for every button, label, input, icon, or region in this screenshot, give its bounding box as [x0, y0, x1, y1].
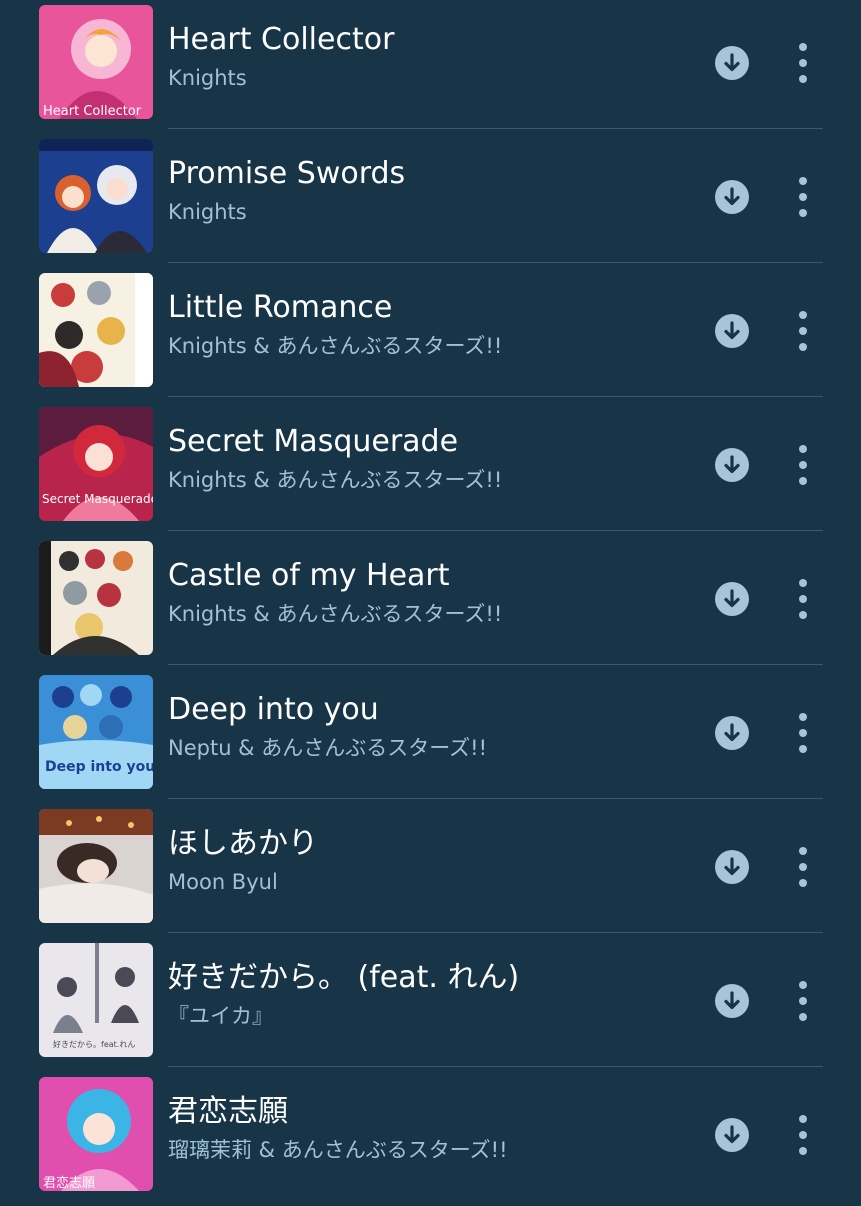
more-vert-icon	[799, 445, 807, 453]
song-artist: Knights & あんさんぶるスターズ!!	[168, 334, 503, 358]
download-button[interactable]	[715, 314, 749, 348]
row-divider	[168, 932, 823, 933]
download-icon	[724, 455, 740, 474]
row-divider	[168, 530, 823, 531]
more-options-button[interactable]	[788, 713, 818, 753]
album-art[interactable]: Heart Collector	[39, 5, 153, 119]
more-vert-icon	[799, 981, 807, 989]
download-icon	[724, 857, 740, 876]
more-options-button[interactable]	[788, 579, 818, 619]
song-row[interactable]: Castle of my Heart Knights & あんさんぶるスターズ!…	[0, 536, 861, 670]
svg-text:Secret Masquerade: Secret Masquerade	[42, 492, 153, 506]
song-title: Secret Masquerade	[168, 424, 459, 459]
song-title: Promise Swords	[168, 156, 406, 191]
download-icon	[724, 53, 740, 72]
album-art[interactable]	[39, 273, 153, 387]
song-row[interactable]: 好きだから。feat.れん 好きだから。 (feat. れん) 『ユイカ』	[0, 938, 861, 1072]
song-artist: 『ユイカ』	[168, 1004, 273, 1028]
more-options-button[interactable]	[788, 445, 818, 485]
song-row[interactable]: Promise Swords Knights	[0, 134, 861, 268]
album-art[interactable]	[39, 809, 153, 923]
more-options-button[interactable]	[788, 1115, 818, 1155]
album-art[interactable]: Deep into you	[39, 675, 153, 789]
more-vert-icon	[799, 311, 807, 319]
song-row[interactable]: Heart Collector Heart Collector Knights	[0, 0, 861, 134]
song-title: Castle of my Heart	[168, 558, 450, 593]
download-button[interactable]	[715, 850, 749, 884]
more-options-button[interactable]	[788, 177, 818, 217]
download-icon	[724, 321, 740, 340]
row-divider	[168, 798, 823, 799]
song-artist: Knights & あんさんぶるスターズ!!	[168, 468, 503, 492]
svg-text:好きだから。feat.れん: 好きだから。feat.れん	[53, 1039, 135, 1049]
more-vert-icon	[799, 579, 807, 587]
more-vert-icon	[799, 713, 807, 721]
row-divider	[168, 1066, 823, 1067]
download-button[interactable]	[715, 448, 749, 482]
more-options-button[interactable]	[788, 847, 818, 887]
song-title: 君恋志願	[168, 1094, 288, 1129]
download-button[interactable]	[715, 716, 749, 750]
more-vert-icon	[799, 177, 807, 185]
album-art[interactable]: 君恋志願	[39, 1077, 153, 1191]
svg-text:Deep into you: Deep into you	[45, 759, 153, 775]
download-button[interactable]	[715, 1118, 749, 1152]
song-row[interactable]: Secret Masquerade Secret Masquerade Knig…	[0, 402, 861, 536]
download-button[interactable]	[715, 46, 749, 80]
more-options-button[interactable]	[788, 981, 818, 1021]
more-vert-icon	[799, 1115, 807, 1123]
svg-text:Heart Collector: Heart Collector	[43, 104, 142, 119]
song-title: ほしあかり	[168, 826, 318, 861]
song-title: Deep into you	[168, 692, 379, 727]
download-icon	[724, 187, 740, 206]
song-list: Heart Collector Heart Collector Knights	[0, 0, 861, 1200]
more-vert-icon	[799, 43, 807, 51]
download-icon	[724, 1125, 740, 1144]
download-button[interactable]	[715, 582, 749, 616]
song-artist: Moon Byul	[168, 870, 278, 894]
song-row[interactable]: Deep into you Deep into you Neptu & あんさん…	[0, 670, 861, 804]
song-artist: Knights	[168, 200, 247, 224]
song-row[interactable]: ほしあかり Moon Byul	[0, 804, 861, 938]
more-options-button[interactable]	[788, 43, 818, 83]
more-vert-icon	[799, 847, 807, 855]
download-icon	[724, 589, 740, 608]
song-artist: 瑠璃茉莉 & あんさんぶるスターズ!!	[168, 1138, 508, 1162]
song-title: 好きだから。 (feat. れん)	[168, 960, 520, 995]
album-art[interactable]	[39, 139, 153, 253]
svg-text:君恋志願: 君恋志願	[43, 1175, 95, 1191]
row-divider	[168, 128, 823, 129]
row-divider	[168, 664, 823, 665]
album-art[interactable]: 好きだから。feat.れん	[39, 943, 153, 1057]
more-options-button[interactable]	[788, 311, 818, 351]
song-title: Heart Collector	[168, 22, 395, 57]
row-divider	[168, 396, 823, 397]
album-art[interactable]	[39, 541, 153, 655]
song-row[interactable]: Little Romance Knights & あんさんぶるスターズ!!	[0, 268, 861, 402]
song-row[interactable]: 君恋志願 君恋志願 瑠璃茉莉 & あんさんぶるスターズ!!	[0, 1072, 861, 1206]
album-art[interactable]: Secret Masquerade	[39, 407, 153, 521]
row-divider	[168, 262, 823, 263]
download-icon	[724, 991, 740, 1010]
download-icon	[724, 723, 740, 742]
song-artist: Knights	[168, 66, 247, 90]
download-button[interactable]	[715, 180, 749, 214]
song-artist: Knights & あんさんぶるスターズ!!	[168, 602, 503, 626]
song-title: Little Romance	[168, 290, 393, 325]
song-artist: Neptu & あんさんぶるスターズ!!	[168, 736, 488, 760]
download-button[interactable]	[715, 984, 749, 1018]
